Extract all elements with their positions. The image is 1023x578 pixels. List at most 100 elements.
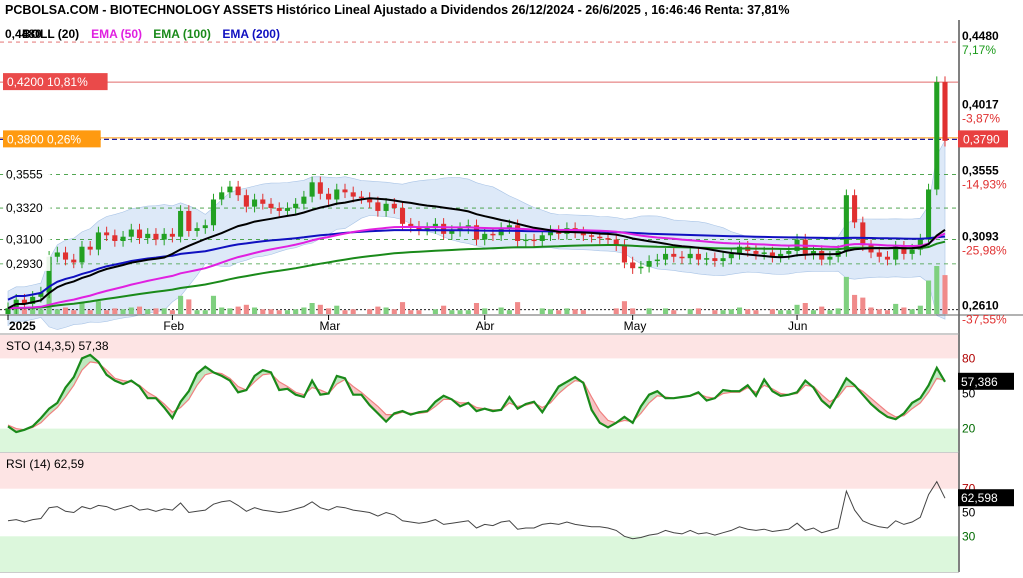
candle-body [104, 232, 110, 236]
candle-body [621, 245, 627, 263]
candle-body [720, 258, 726, 262]
volume-bar [326, 308, 332, 314]
volume-bar [276, 310, 282, 314]
volume-bar [309, 303, 315, 314]
candle-body [589, 235, 595, 237]
volume-bar [745, 309, 751, 314]
candle-body [293, 203, 299, 209]
candle-body [605, 238, 611, 240]
candle-body [79, 246, 85, 263]
candle-body [243, 195, 249, 207]
candle-body [399, 208, 406, 224]
volume-bar [210, 295, 217, 314]
volume-bar [21, 309, 27, 314]
volume-bar [367, 309, 373, 314]
volume-bar [161, 308, 167, 314]
candle-body [120, 236, 126, 241]
candle-body [284, 208, 291, 211]
candle-body [350, 192, 356, 197]
candle-body [161, 233, 167, 240]
volume-bar [909, 309, 915, 314]
candle-body [728, 253, 734, 259]
volume-bar [852, 294, 858, 314]
stock-chart: 805020STO (14,3,5) 57,3857,386 705030RSI… [0, 0, 1023, 578]
volume-bar [186, 299, 192, 314]
candle-body [87, 246, 93, 250]
candle-body [646, 261, 652, 267]
candle-body [630, 262, 636, 269]
volume-bar [539, 308, 545, 314]
volume-bar [556, 310, 562, 314]
candle-body [753, 251, 759, 254]
candle-body [597, 236, 603, 239]
volume-bar [884, 310, 891, 314]
candle-body [383, 203, 389, 211]
candle-body [268, 203, 274, 209]
volume-bar [662, 308, 669, 314]
volume-bar [342, 310, 348, 314]
oversold-zone [0, 536, 958, 572]
volume-bar [202, 310, 208, 314]
candle-body [819, 251, 825, 260]
volume-bar [786, 310, 792, 314]
candle-body [317, 182, 323, 194]
volume-bar [926, 280, 932, 314]
candle-body [202, 225, 208, 229]
candle-body [178, 210, 184, 237]
volume-bar [95, 301, 101, 314]
candle-body [876, 252, 882, 257]
overbought-zone [0, 453, 958, 489]
candle-body [235, 186, 241, 196]
candle-body [252, 199, 258, 207]
volume-bar [399, 302, 406, 314]
volume-bar [169, 310, 175, 314]
candle-body [441, 223, 447, 234]
candle-body [638, 266, 644, 269]
volume-bar [893, 303, 899, 314]
candle-body [523, 239, 529, 242]
level-label: 0,3100 [6, 233, 43, 247]
candle-body [301, 196, 307, 204]
volume-bar [843, 276, 849, 314]
candle-body [62, 252, 69, 260]
legend-entry: EMA (200) [222, 27, 280, 41]
volume-bar [62, 307, 69, 314]
candle-body [219, 192, 225, 200]
volume-bar [120, 309, 126, 314]
candle-body [95, 232, 101, 250]
candle-body [704, 258, 710, 260]
volume-bar [802, 303, 808, 314]
volume-bar [769, 309, 775, 314]
volume-bar [720, 310, 726, 314]
level-label: 0,3555 [6, 167, 43, 181]
volume-bar [145, 309, 151, 314]
volume-bar [334, 305, 340, 314]
legend-entry: EMA (50) [91, 27, 142, 41]
volume-bar [515, 302, 521, 314]
current-price-label: 0,3790 [963, 132, 1000, 146]
volume-bar [416, 310, 422, 314]
volume-bar [408, 310, 414, 314]
candle-body [194, 228, 200, 231]
candle-body [309, 182, 315, 197]
volume-bar [391, 309, 397, 314]
volume-bar [876, 309, 882, 314]
price-tag-label: 0,3800 0,26% [7, 132, 81, 146]
volume-bar [621, 301, 627, 314]
candle-body [654, 259, 660, 262]
volume-bar [646, 308, 652, 314]
candle-body [539, 235, 545, 241]
volume-bar [268, 309, 274, 314]
axis-percent: -14,93% [962, 177, 1007, 191]
volume-bar [71, 310, 77, 314]
candle-body [761, 252, 767, 254]
candle-body [695, 253, 701, 260]
oscillator-level: 80 [962, 351, 976, 365]
volume-bar [87, 310, 93, 314]
axis-price: 0,4017 [962, 97, 999, 111]
axis-percent: 7,17% [962, 43, 996, 57]
volume-bar [835, 308, 841, 314]
volume-bar [753, 310, 759, 314]
candle-body [482, 233, 488, 240]
volume-bar [868, 307, 874, 314]
